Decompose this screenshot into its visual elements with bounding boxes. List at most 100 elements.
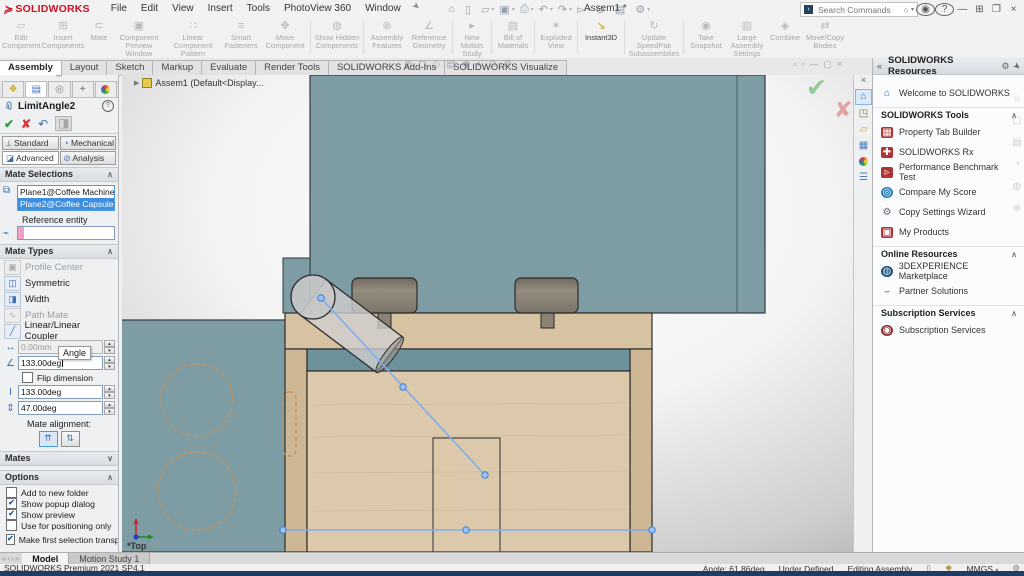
ribbon-exploded-view[interactable]: ✶Exploded View [537,18,575,58]
mate-selection-list[interactable]: Plane1@Coffee Machine-1@As Plane2@Coffee… [17,185,115,211]
menu-photoview360[interactable]: PhotoView 360 [277,0,358,18]
ribbon-large-assembly-settings[interactable]: ▥Large Assembly Settings [726,18,768,58]
options-section-header[interactable]: Options∧ [0,470,118,485]
aligned-button[interactable]: ⇈ [39,431,58,447]
pushpin-button[interactable]: ◨ [55,116,72,131]
ribbon-move-copy-bodies[interactable]: ⇄Move/Copy Bodies [802,18,848,58]
checkbox[interactable]: ✔ [6,498,17,509]
ribbon-mate[interactable]: ⊂Mate [86,18,112,58]
tab-displaymanager[interactable] [95,81,117,97]
checkbox[interactable] [6,520,17,531]
tab-assembly[interactable]: Assembly [0,60,62,75]
mates-section-header[interactable]: Mates∨ [0,451,118,466]
link-my-products[interactable]: ▣My Products [873,222,1024,242]
task-pane-options-gear-icon[interactable]: ⚙ [1001,61,1009,72]
search-input[interactable] [816,4,904,16]
tab-sketch[interactable]: Sketch [106,60,153,75]
knob-right[interactable] [515,278,578,313]
undo-button[interactable]: ↶ [38,117,48,131]
cancel-button[interactable]: ✘ [21,117,31,131]
ribbon-bill-of-materials[interactable]: ▤Bill of Materials [494,18,532,58]
expand-arrow-icon[interactable]: ▶ [134,79,139,87]
design-library-tab-icon[interactable]: ◳ [856,107,871,121]
ok-button[interactable]: ✔ [4,117,14,131]
solidworks-resources-tab-icon[interactable]: ⌂ [855,89,872,105]
breadcrumb[interactable]: ▶ Assem1 (Default<Display... [134,78,264,88]
undo-icon[interactable]: ↶ [539,3,548,16]
restore-button[interactable]: ❐ [988,4,1005,15]
menu-insert[interactable]: Insert [201,0,240,18]
distance-spinner[interactable]: ▲▼ [104,340,115,354]
print-icon[interactable]: ⎙ [520,3,529,16]
help-icon[interactable]: ? [935,3,954,16]
angle-spinner[interactable]: ▲▼ [104,356,115,370]
new-document-icon[interactable]: ▯ [465,3,471,16]
pm-help-icon[interactable]: ? [102,100,114,112]
ribbon-smart-fasteners[interactable]: ≡Smart Fasteners [220,18,262,58]
ribbon-update-speedpak[interactable]: ↻Update SpeedPak Subassemblies [627,18,681,58]
model-back-panel[interactable] [283,75,765,313]
menu-window[interactable]: Window [358,0,408,18]
max-value-input[interactable]: 133.00deg [18,385,103,399]
link-partner-solutions[interactable]: ⌣Partner Solutions [873,281,1024,301]
tab-markup[interactable]: Markup [152,60,202,75]
custom-properties-tab-icon[interactable]: ☰ [856,171,871,185]
tab-evaluate[interactable]: Evaluate [201,60,256,75]
save-icon[interactable]: ▣ [499,3,509,16]
task-pane-close-icon[interactable]: × [854,75,873,87]
option-use-for-positioning-only[interactable]: Use for positioning only [0,520,118,531]
search-scope-icon[interactable]: › [804,5,813,14]
welcome-link[interactable]: ⌂ Welcome to SOLIDWORKS [873,83,1024,103]
tab-standard-mates[interactable]: ⟂ Standard [2,136,59,150]
open-icon[interactable]: ▱ [481,3,489,16]
layout-button[interactable]: ⊞ [971,4,988,15]
mate-type-width[interactable]: ◨Width [0,291,118,307]
minimize-button[interactable]: — [954,4,971,15]
option-show-preview[interactable]: ✔Show preview [0,509,118,520]
checkbox[interactable]: ✔ [6,534,15,545]
ribbon-move-component[interactable]: ✥Move Component [262,18,308,58]
document-window-controls[interactable]: ▫▫—▢× [793,59,847,70]
appearances-tab-icon[interactable] [856,155,871,169]
link-property-tab-builder[interactable]: ▦Property Tab Builder [873,122,1024,142]
tab-mechanical-mates[interactable]: ◔ Mechanical [60,136,117,150]
confirmation-cancel-icon[interactable]: ✘ [834,97,852,123]
menu-view[interactable]: View [165,0,201,18]
options-gear-icon[interactable]: ⚙ [635,3,645,16]
menu-tools[interactable]: Tools [240,0,277,18]
user-account-icon[interactable]: ◉ [916,3,935,16]
flip-dimension-checkbox[interactable] [22,372,33,383]
reference-entity-field[interactable] [17,226,115,240]
min-value-input[interactable]: 47.00deg [18,401,103,415]
checkbox[interactable] [6,487,17,498]
ribbon-combine[interactable]: ◈Combine [768,18,802,58]
ribbon-edit-component[interactable]: ▱Edit Component [2,18,40,58]
ribbon-insert-components[interactable]: ⊞Insert Components [40,18,86,58]
collapse-pane-icon[interactable]: « [877,61,882,71]
mate-type-symmetric[interactable]: ◫Symmetric [0,275,118,291]
flip-dimension-row[interactable]: Flip dimension [0,371,118,384]
search-commands-box[interactable]: › ○ ▾ [800,2,918,17]
tab-analysis-mates[interactable]: ⊘ Analysis [60,151,117,165]
ribbon-assembly-features[interactable]: ⊛Assembly Features [366,18,408,58]
task-pane-pin-icon[interactable]: ➤ [1011,59,1024,72]
section-solidworks-tools[interactable]: SOLIDWORKS Tools∧ [873,107,1024,122]
section-subscription-services[interactable]: Subscription Services∧ [873,305,1024,320]
tab-render-tools[interactable]: Render Tools [255,60,329,75]
ribbon-new-motion-study[interactable]: ▸New Motion Study [455,18,489,58]
ribbon-component-preview-window[interactable]: ▣Component Preview Window [112,18,166,58]
model-canvas[interactable]: *Top [122,75,853,552]
link-compare-my-score[interactable]: ◎Compare My Score [873,182,1024,202]
tab-propertymanager[interactable]: ▤ [25,81,47,97]
link-subscription-services[interactable]: ◉Subscription Services [873,320,1024,340]
tab-featuremanager[interactable]: ❖ [2,81,24,97]
ribbon-instant3d[interactable]: ↘Instant3D [580,18,622,58]
view-palette-tab-icon[interactable]: ▦ [856,139,871,153]
close-button[interactable]: × [1005,4,1022,15]
search-icon[interactable]: ○ [904,5,909,15]
model-coffee-capsule-shelf[interactable] [285,313,652,552]
section-online-resources[interactable]: Online Resources∧ [873,246,1024,261]
menu-file[interactable]: File [104,0,134,18]
tab-layout[interactable]: Layout [61,60,108,75]
ribbon-reference-geometry[interactable]: ∠Reference Geometry [408,18,450,58]
